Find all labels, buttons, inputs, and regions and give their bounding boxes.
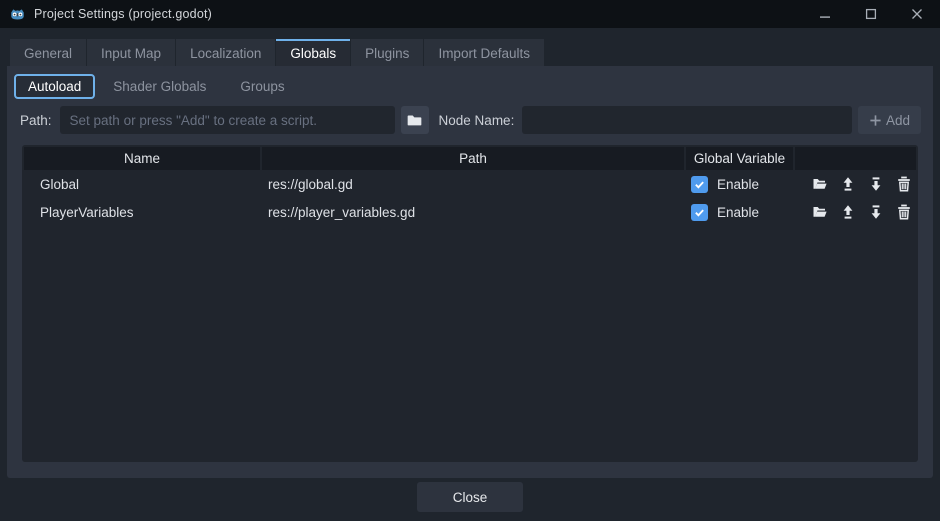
open-folder-icon[interactable] bbox=[812, 176, 828, 192]
dialog-body: General Input Map Localization Globals P… bbox=[0, 28, 940, 521]
autoload-toolbar: Path: Node Name: Add bbox=[7, 106, 933, 134]
autoload-name: Global bbox=[40, 177, 79, 192]
folder-icon bbox=[407, 113, 422, 128]
path-input[interactable] bbox=[60, 106, 395, 134]
plus-icon bbox=[869, 114, 882, 127]
tab-input-map[interactable]: Input Map bbox=[87, 39, 175, 66]
subtab-shader-globals[interactable]: Shader Globals bbox=[97, 73, 222, 100]
move-down-icon[interactable] bbox=[868, 176, 884, 192]
move-up-icon[interactable] bbox=[840, 204, 856, 220]
dialog-footer: Close bbox=[0, 478, 940, 521]
open-folder-icon[interactable] bbox=[812, 204, 828, 220]
godot-icon bbox=[9, 6, 26, 23]
minimize-icon[interactable] bbox=[802, 0, 848, 28]
node-name-label: Node Name: bbox=[439, 113, 515, 128]
move-up-icon[interactable] bbox=[840, 176, 856, 192]
enable-label: Enable bbox=[717, 177, 759, 192]
autoload-path: res://global.gd bbox=[268, 177, 353, 192]
tab-import-defaults[interactable]: Import Defaults bbox=[424, 39, 544, 66]
table-row[interactable]: PlayerVariables res://player_variables.g… bbox=[22, 198, 918, 226]
close-button[interactable]: Close bbox=[417, 482, 523, 512]
tab-localization[interactable]: Localization bbox=[176, 39, 275, 66]
table-row[interactable]: Global res://global.gd Enable bbox=[22, 170, 918, 198]
check-icon bbox=[694, 207, 705, 218]
header-global-variable: Global Variable bbox=[686, 147, 793, 170]
enable-checkbox[interactable] bbox=[691, 176, 708, 193]
delete-icon[interactable] bbox=[896, 176, 912, 192]
maximize-icon[interactable] bbox=[848, 0, 894, 28]
tab-plugins[interactable]: Plugins bbox=[351, 39, 423, 66]
enable-checkbox[interactable] bbox=[691, 204, 708, 221]
main-tabs: General Input Map Localization Globals P… bbox=[0, 28, 940, 66]
autoload-path: res://player_variables.gd bbox=[268, 205, 415, 220]
header-name: Name bbox=[24, 147, 260, 170]
header-actions bbox=[795, 147, 916, 170]
table-header: Name Path Global Variable bbox=[22, 145, 918, 170]
check-icon bbox=[694, 179, 705, 190]
path-label: Path: bbox=[20, 113, 52, 128]
delete-icon[interactable] bbox=[896, 204, 912, 220]
add-button[interactable]: Add bbox=[858, 106, 921, 134]
autoload-table: Name Path Global Variable Global res://g… bbox=[22, 145, 918, 462]
globals-subtabs: Autoload Shader Globals Groups bbox=[7, 66, 933, 103]
header-path: Path bbox=[262, 147, 684, 170]
project-settings-window: Project Settings (project.godot) General… bbox=[0, 0, 940, 521]
window-title: Project Settings (project.godot) bbox=[34, 7, 212, 21]
add-button-label: Add bbox=[886, 113, 910, 128]
globals-panel: Autoload Shader Globals Groups Path: Nod… bbox=[7, 66, 933, 478]
close-icon[interactable] bbox=[894, 0, 940, 28]
browse-path-button[interactable] bbox=[401, 106, 429, 134]
autoload-name: PlayerVariables bbox=[40, 205, 134, 220]
tab-general[interactable]: General bbox=[10, 39, 86, 66]
tab-globals[interactable]: Globals bbox=[276, 39, 350, 66]
titlebar: Project Settings (project.godot) bbox=[0, 0, 940, 28]
enable-label: Enable bbox=[717, 205, 759, 220]
node-name-input[interactable] bbox=[522, 106, 852, 134]
window-controls bbox=[802, 0, 940, 28]
move-down-icon[interactable] bbox=[868, 204, 884, 220]
subtab-autoload[interactable]: Autoload bbox=[14, 74, 95, 99]
subtab-groups[interactable]: Groups bbox=[224, 73, 300, 100]
